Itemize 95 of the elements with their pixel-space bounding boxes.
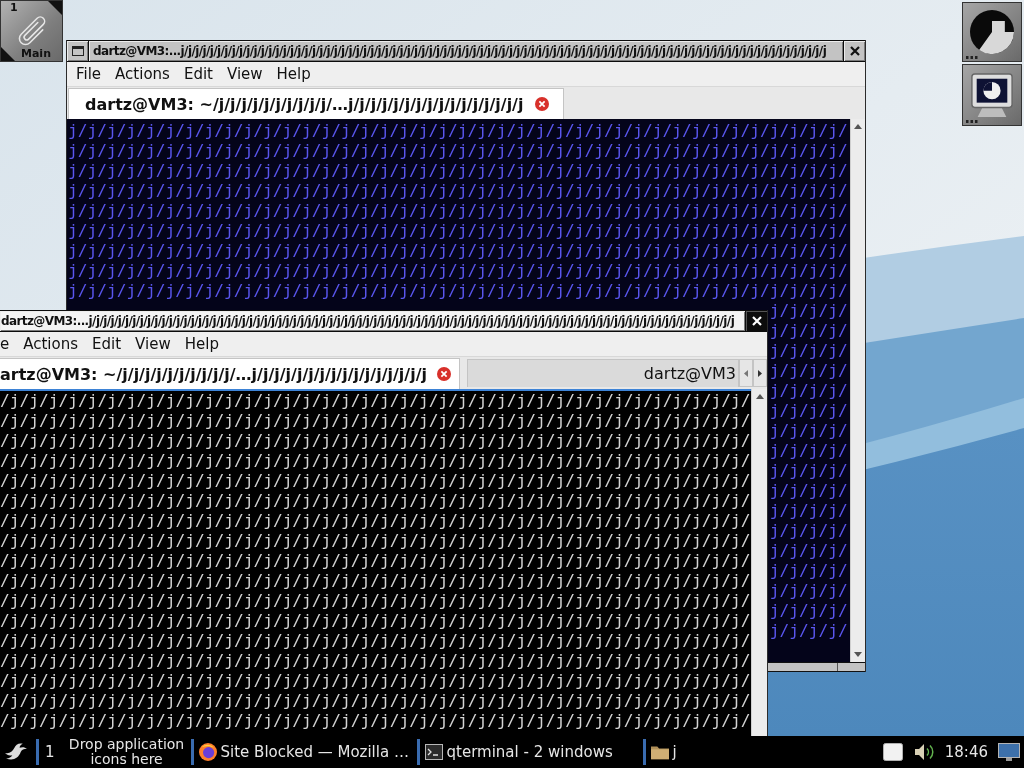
menu-item[interactable]: View (135, 335, 171, 353)
down-arrow-icon[interactable] (854, 652, 862, 657)
menu-item[interactable]: File (76, 65, 102, 83)
close-icon[interactable] (437, 367, 451, 381)
terminal-line: j/j/j/j/ (769, 361, 848, 381)
terminal-line: /j/j/j/j/j/j/j/j/j/j/j/j/j/j/j/j/j/j/j/j/j/j/j/j/j/j/j/j/j/j/j/j/j/j/j/j/j/j/ (0, 531, 751, 551)
dots-icon (966, 56, 978, 59)
terminal-line: /j/j/j/j/j/j/j/j/j/j/j/j/j/j/j/j/j/j/j/j/j/j/j/j/j/j/j/j/j/j/j/j/j/j/j/j/j/j/ (0, 431, 751, 451)
tab[interactable]: dartz@VM3: ~/j/j/j/j/j/j/j/j/j/j/…j/j/j/j/j/j/j/j/j/j/j/j/j/j/j/j (68, 88, 565, 119)
clock[interactable]: 18:46 (944, 743, 988, 761)
corner-triangle-icon[interactable] (48, 1, 62, 15)
workspace-name: Main (21, 47, 51, 60)
menu-item[interactable]: Help (276, 65, 311, 83)
menu-item[interactable]: Edit (183, 65, 213, 83)
task-button[interactable]: j (642, 739, 869, 765)
speaker-icon[interactable] (913, 742, 934, 762)
scroll-left-button[interactable] (739, 359, 753, 387)
menu-item[interactable]: Actions (23, 335, 79, 353)
menu-item[interactable]: Actions (115, 65, 170, 83)
corner-triangle-icon[interactable] (1, 47, 15, 61)
terminal-line: j/j/j/j/ (769, 321, 848, 341)
terminal-line: j/j/j/j/ (769, 381, 848, 401)
terminal-line: j/j/j/j/ (769, 301, 848, 321)
terminal-line: j/j/j/j/j/j/j/j/j/j/j/j/j/j/j/j/j/j/j/j/j/j/j/j/j/j/j/j/j/j/j/j/j/j/j/j/j/j/j/j/ (68, 141, 848, 161)
window-icon (71, 46, 84, 56)
up-arrow-icon[interactable] (854, 124, 862, 129)
tab[interactable]: dartz@VM3 (467, 359, 739, 387)
task-button[interactable]: qterminal - 2 windows (416, 739, 643, 765)
terminal-line: /j/j/j/j/j/j/j/j/j/j/j/j/j/j/j/j/j/j/j/j/j/j/j/j/j/j/j/j/j/j/j/j/j/j/j/j/j/j/ (0, 571, 751, 591)
workspace-number: 1 (10, 1, 18, 14)
close-icon (751, 316, 762, 326)
terminal-line: j/j/j/j/ (769, 461, 848, 481)
terminal-line: /j/j/j/j/j/j/j/j/j/j/j/j/j/j/j/j/j/j/j/j/j/j/j/j/j/j/j/j/j/j/j/j/j/j/j/j/j/j/ (0, 711, 751, 731)
scrollbar[interactable] (751, 389, 767, 736)
close-button[interactable] (746, 311, 767, 331)
close-icon (849, 46, 860, 56)
terminal-line: /j/j/j/j/j/j/j/j/j/j/j/j/j/j/j/j/j/j/j/j/j/j/j/j/j/j/j/j/j/j/j/j/j/j/j/j/j/j/ (0, 391, 751, 411)
terminal-line: j/j/j/j/ (769, 581, 848, 601)
close-icon[interactable] (535, 97, 550, 111)
terminal-line: j/j/j/j/ (769, 481, 848, 501)
terminal-line: j/j/j/j/ (769, 341, 848, 361)
terminal-line: j/j/j/j/ (769, 441, 848, 461)
terminal-line: j/j/j/j/ (769, 541, 848, 561)
right-arrow-icon (758, 369, 762, 377)
sheet-icon[interactable] (882, 743, 903, 761)
terminal-line: j/j/j/j/ (769, 601, 848, 621)
pie-circle-icon (970, 10, 1014, 54)
terminal-line: j/j/j/j/j/j/j/j/j/j/j/j/j/j/j/j/j/j/j/j/j/j/j/j/j/j/j/j/j/j/j/j/j/j/j/j/j/j/j/j/ (68, 121, 848, 141)
terminal-line: /j/j/j/j/j/j/j/j/j/j/j/j/j/j/j/j/j/j/j/j/j/j/j/j/j/j/j/j/j/j/j/j/j/j/j/j/j/j/ (0, 411, 751, 431)
menu-item[interactable]: Edit (92, 335, 122, 353)
terminal-line: j/j/j/j/j/j/j/j/j/j/j/j/j/j/j/j/j/j/j/j/j/j/j/j/j/j/j/j/j/j/j/j/j/j/j/j/j/j/j/j/ (68, 161, 848, 181)
terminal-line: j/j/j/j/j/j/j/j/j/j/j/j/j/j/j/j/j/j/j/j/j/j/j/j/j/j/j/j/j/j/j/j/j/j/j/j/j/j/j/j/ (68, 281, 848, 301)
left-arrow-icon (744, 369, 748, 377)
scroll-right-button[interactable] (753, 359, 767, 387)
terminal-line: /j/j/j/j/j/j/j/j/j/j/j/j/j/j/j/j/j/j/j/j/j/j/j/j/j/j/j/j/j/j/j/j/j/j/j/j/j/j/ (0, 611, 751, 631)
terminal-line: /j/j/j/j/j/j/j/j/j/j/j/j/j/j/j/j/j/j/j/j/j/j/j/j/j/j/j/j/j/j/j/j/j/j/j/j/j/j/ (0, 591, 751, 611)
dock-tile[interactable] (962, 64, 1022, 126)
terminal-line: /j/j/j/j/j/j/j/j/j/j/j/j/j/j/j/j/j/j/j/j/j/j/j/j/j/j/j/j/j/j/j/j/j/j/j/j/j/j/ (0, 511, 751, 531)
task-button[interactable]: Site Blocked — Mozilla … (190, 739, 417, 765)
terminal-line: /j/j/j/j/j/j/j/j/j/j/j/j/j/j/j/j/j/j/j/j/j/j/j/j/j/j/j/j/j/j/j/j/j/j/j/j/j/j/ (0, 671, 751, 691)
terminal-line: /j/j/j/j/j/j/j/j/j/j/j/j/j/j/j/j/j/j/j/j/j/j/j/j/j/j/j/j/j/j/j/j/j/j/j/j/j/j/ (0, 631, 751, 651)
terminal-icon (424, 743, 443, 761)
terminal-line: j/j/j/j/j/j/j/j/j/j/j/j/j/j/j/j/j/j/j/j/j/j/j/j/j/j/j/j/j/j/j/j/j/j/j/j/j/j/j/j/ (68, 261, 848, 281)
terminal-line: /j/j/j/j/j/j/j/j/j/j/j/j/j/j/j/j/j/j/j/j/j/j/j/j/j/j/j/j/j/j/j/j/j/j/j/j/j/j/ (0, 471, 751, 491)
up-arrow-icon[interactable] (755, 394, 764, 399)
terminal-line: j/j/j/j/ (769, 621, 848, 641)
workspace-button[interactable]: 1 (36, 739, 61, 765)
close-button[interactable] (844, 41, 865, 61)
terminal-line: j/j/j/j/ (769, 421, 848, 441)
monitor-icon (970, 73, 1014, 117)
tab[interactable]: artz@VM3: ~/j/j/j/j/j/j/j/j/j/j/…j/j/j/j/j/j/j/j/j/j/j/j/j/j/j/j (0, 358, 460, 389)
window-menu-button[interactable] (67, 41, 88, 61)
terminal-line: /j/j/j/j/j/j/j/j/j/j/j/j/j/j/j/j/j/j/j/j/j/j/j/j/j/j/j/j/j/j/j/j/j/j/j/j/j/j/ (0, 451, 751, 471)
menu-item[interactable]: e (0, 335, 10, 353)
dock-tile[interactable] (962, 2, 1022, 62)
terminal-line: /j/j/j/j/j/j/j/j/j/j/j/j/j/j/j/j/j/j/j/j/j/j/j/j/j/j/j/j/j/j/j/j/j/j/j/j/j/j/ (0, 491, 751, 511)
terminal-line: j/j/j/j/ (769, 521, 848, 541)
clip-tile[interactable]: 1 Main (0, 0, 63, 62)
dots-icon (966, 120, 978, 123)
menu-item[interactable]: Help (184, 335, 219, 353)
quicklaunch-hint: Drop application icons here (67, 737, 186, 767)
terminal-line: j/j/j/j/j/j/j/j/j/j/j/j/j/j/j/j/j/j/j/j/j/j/j/j/j/j/j/j/j/j/j/j/j/j/j/j/j/j/j/j/ (68, 201, 848, 221)
terminal-line: j/j/j/j/ (769, 561, 848, 581)
terminal-line: /j/j/j/j/j/j/j/j/j/j/j/j/j/j/j/j/j/j/j/j/j/j/j/j/j/j/j/j/j/j/j/j/j/j/j/j/j/j/ (0, 651, 751, 671)
terminal-line: j/j/j/j/j/j/j/j/j/j/j/j/j/j/j/j/j/j/j/j/j/j/j/j/j/j/j/j/j/j/j/j/j/j/j/j/j/j/j/j/ (68, 181, 848, 201)
menu-item[interactable]: View (226, 65, 263, 83)
terminal-line: /j/j/j/j/j/j/j/j/j/j/j/j/j/j/j/j/j/j/j/j/j/j/j/j/j/j/j/j/j/j/j/j/j/j/j/j/j/j/ (0, 551, 751, 571)
scrollbar[interactable] (850, 119, 865, 662)
screen-icon[interactable] (998, 743, 1020, 761)
terminal-line: j/j/j/j/ (769, 501, 848, 521)
terminal-line: j/j/j/j/j/j/j/j/j/j/j/j/j/j/j/j/j/j/j/j/j/j/j/j/j/j/j/j/j/j/j/j/j/j/j/j/j/j/j/j/ (68, 221, 848, 241)
globe-icon (198, 743, 217, 761)
terminal-line: /j/j/j/j/j/j/j/j/j/j/j/j/j/j/j/j/j/j/j/j/j/j/j/j/j/j/j/j/j/j/j/j/j/j/j/j/j/j/ (0, 691, 751, 711)
terminal-line: j/j/j/j/ (769, 401, 848, 421)
terminal-line: j/j/j/j/j/j/j/j/j/j/j/j/j/j/j/j/j/j/j/j/j/j/j/j/j/j/j/j/j/j/j/j/j/j/j/j/j/j/j/j/ (68, 241, 848, 261)
